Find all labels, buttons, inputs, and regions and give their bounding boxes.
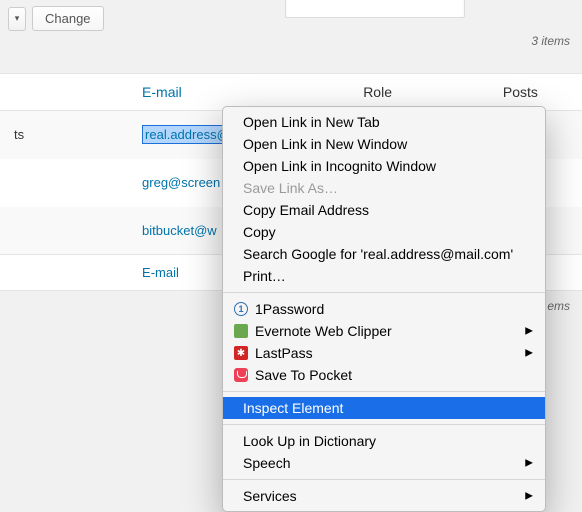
toolbar: ▾ Change Search Users: [0, 0, 582, 37]
chevron-right-icon: ▶: [525, 491, 533, 502]
change-button[interactable]: Change: [32, 6, 104, 31]
ctx-label: LastPass: [255, 345, 313, 361]
ctx-copy-email[interactable]: Copy Email Address: [223, 199, 545, 221]
pocket-icon: [233, 367, 249, 383]
ctx-print[interactable]: Print…: [223, 265, 545, 287]
ctx-label: Evernote Web Clipper: [255, 323, 392, 339]
ctx-label: Speech: [243, 455, 290, 471]
ctx-separator: [223, 479, 545, 480]
email-link[interactable]: greg@screen: [142, 175, 220, 190]
ctx-search-google[interactable]: Search Google for 'real.address@mail.com…: [223, 243, 545, 265]
ctx-separator: [223, 424, 545, 425]
ctx-speech[interactable]: Speech ▶: [223, 452, 545, 474]
ctx-label: Save To Pocket: [255, 367, 352, 383]
cell-blank: ts: [0, 111, 128, 159]
table-header-row: E-mail Role Posts: [0, 74, 582, 111]
onepassword-icon: 1: [233, 301, 249, 317]
ctx-copy[interactable]: Copy: [223, 221, 545, 243]
search-area: Search Users: [285, 0, 576, 19]
evernote-icon: [233, 323, 249, 339]
cell-blank: [0, 159, 128, 207]
ctx-label: 1Password: [255, 301, 324, 317]
col-header-blank: [0, 74, 128, 111]
ctx-pocket[interactable]: Save To Pocket: [223, 364, 545, 386]
ctx-services[interactable]: Services ▶: [223, 485, 545, 507]
col-header-posts: Posts: [489, 74, 582, 111]
chevron-right-icon: ▶: [525, 348, 533, 359]
cell-blank: [0, 207, 128, 255]
col-header-role: Role: [349, 74, 489, 111]
ctx-label: Services: [243, 488, 297, 504]
chevron-right-icon: ▶: [525, 458, 533, 469]
lastpass-icon: ✱: [233, 345, 249, 361]
ctx-inspect-element[interactable]: Inspect Element: [223, 397, 545, 419]
ctx-separator: [223, 292, 545, 293]
ctx-1password[interactable]: 1 1Password: [223, 298, 545, 320]
email-link[interactable]: bitbucket@w: [142, 223, 217, 238]
ctx-save-link-as: Save Link As…: [223, 177, 545, 199]
col-header-email[interactable]: E-mail: [142, 84, 182, 100]
ctx-lookup-dictionary[interactable]: Look Up in Dictionary: [223, 430, 545, 452]
items-count-label: 3 items: [531, 34, 570, 48]
chevron-updown-icon: ▾: [15, 13, 20, 24]
role-select-stub[interactable]: ▾: [8, 7, 26, 31]
ctx-open-incognito[interactable]: Open Link in Incognito Window: [223, 155, 545, 177]
ctx-lastpass[interactable]: ✱ LastPass ▶: [223, 342, 545, 364]
ctx-separator: [223, 391, 545, 392]
chevron-right-icon: ▶: [525, 326, 533, 337]
ctx-open-new-window[interactable]: Open Link in New Window: [223, 133, 545, 155]
foot-header-email[interactable]: E-mail: [142, 265, 179, 280]
ctx-open-new-tab[interactable]: Open Link in New Tab: [223, 111, 545, 133]
context-menu: Open Link in New Tab Open Link in New Wi…: [222, 106, 546, 512]
ctx-evernote[interactable]: Evernote Web Clipper ▶: [223, 320, 545, 342]
search-input[interactable]: [285, 0, 465, 18]
